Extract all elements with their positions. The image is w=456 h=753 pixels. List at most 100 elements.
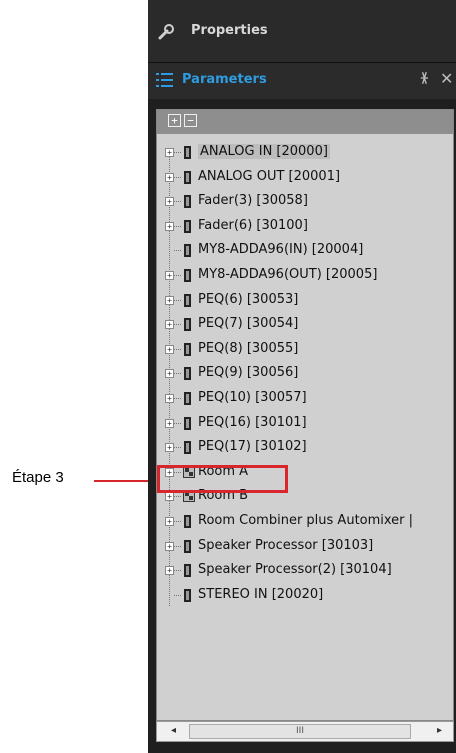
parameters-title: Parameters bbox=[182, 72, 267, 87]
tree-item[interactable]: + PEQ(7) [30054] bbox=[157, 314, 453, 338]
tree-connector bbox=[174, 447, 181, 449]
arrow-left-icon[interactable]: ◂ bbox=[171, 725, 176, 736]
component-icon bbox=[184, 342, 191, 356]
horizontal-scrollbar[interactable]: ◂ III ▸ bbox=[156, 721, 454, 742]
component-icon bbox=[184, 588, 191, 602]
tree-item[interactable]: + PEQ(8) [30055] bbox=[157, 339, 453, 363]
tree-item-label: PEQ(10) [30057] bbox=[198, 390, 307, 405]
component-icon bbox=[184, 293, 191, 307]
expand-all-button[interactable]: + bbox=[168, 114, 181, 127]
tree-item[interactable]: + ANALOG OUT [20001] bbox=[157, 167, 453, 191]
tree-connector bbox=[174, 152, 181, 153]
list-icon bbox=[156, 73, 173, 87]
tree-connector bbox=[174, 496, 181, 498]
tree-item[interactable]: + PEQ(17) [30102] bbox=[157, 437, 453, 461]
tree-item-label: Fader(3) [30058] bbox=[198, 193, 308, 209]
component-icon bbox=[184, 244, 191, 258]
expand-toggle-icon[interactable]: + bbox=[165, 492, 174, 502]
scrollbar-thumb[interactable]: III bbox=[189, 724, 411, 739]
pin-icon[interactable]: ᚕ bbox=[421, 70, 428, 86]
tree-item-label: Room Combiner plus Automixer | bbox=[198, 513, 414, 528]
component-icon bbox=[184, 416, 191, 430]
tree-connector bbox=[174, 324, 181, 326]
expand-toggle-icon[interactable]: + bbox=[165, 566, 174, 576]
expand-toggle-icon[interactable]: + bbox=[165, 221, 174, 231]
tree-item-label: Speaker Processor(2) [30104] bbox=[198, 562, 392, 578]
collapse-all-button[interactable]: − bbox=[184, 114, 197, 127]
properties-title: Properties bbox=[191, 23, 268, 38]
tree-item[interactable]: + MY8-ADDA96(OUT) [20005] bbox=[157, 265, 453, 289]
tree-item-label: PEQ(6) [30053] bbox=[198, 291, 299, 307]
expand-toggle-icon[interactable]: + bbox=[165, 148, 174, 157]
component-icon bbox=[184, 441, 191, 455]
tree-item[interactable]: + PEQ(10) [30057] bbox=[157, 388, 453, 412]
component-icon bbox=[184, 195, 191, 209]
tree-item[interactable]: + Speaker Processor [30103] bbox=[157, 536, 453, 560]
step-callout-label: Étape 3 bbox=[12, 469, 64, 486]
tree-item[interactable]: + PEQ(9) [30056] bbox=[157, 363, 453, 387]
tree-connector bbox=[174, 521, 181, 522]
component-icon bbox=[184, 367, 191, 381]
tree-connector bbox=[174, 373, 181, 375]
tree-item-label: Fader(6) [30100] bbox=[198, 217, 308, 233]
expand-toggle-icon[interactable]: + bbox=[165, 271, 174, 280]
expand-toggle-icon[interactable]: + bbox=[165, 541, 174, 551]
tree-connector bbox=[174, 570, 181, 572]
expand-toggle-icon[interactable]: + bbox=[165, 394, 174, 403]
component-icon bbox=[184, 219, 191, 233]
component-icon bbox=[184, 146, 191, 159]
tree-item[interactable]: + PEQ(16) [30101] bbox=[157, 413, 453, 437]
tree-connector bbox=[174, 594, 181, 596]
tree-connector bbox=[174, 225, 181, 227]
tree-item-label: STEREO IN [20020] bbox=[198, 586, 324, 602]
tree-item-label: PEQ(16) [30101] bbox=[198, 414, 307, 430]
expand-toggle-icon[interactable]: + bbox=[165, 197, 174, 207]
component-icon bbox=[184, 318, 191, 332]
tree-connector bbox=[174, 299, 181, 301]
tree-item-label: PEQ(7) [30054] bbox=[198, 316, 299, 332]
tree-item-label: ANALOG OUT [20001] bbox=[198, 168, 341, 184]
tree-item[interactable]: + Speaker Processor(2) [30104] bbox=[157, 560, 453, 584]
properties-header[interactable]: Properties bbox=[148, 0, 456, 63]
tree-connector bbox=[174, 545, 181, 547]
tree-connector bbox=[174, 275, 181, 276]
expand-toggle-icon[interactable]: + bbox=[165, 369, 174, 379]
tree-item[interactable]: + Fader(3) [30058] bbox=[157, 191, 453, 215]
tree-item[interactable]: + Fader(6) [30100] bbox=[157, 216, 453, 240]
component-icon bbox=[184, 170, 191, 184]
expand-toggle-icon[interactable]: + bbox=[165, 517, 174, 526]
arrow-right-icon[interactable]: ▸ bbox=[437, 725, 442, 736]
tree-item-label: PEQ(17) [30102] bbox=[198, 439, 307, 455]
step-highlight-box bbox=[157, 465, 288, 493]
tree-item[interactable]: + ANALOG IN [20000] bbox=[157, 142, 453, 166]
tree-item-label: ANALOG IN [20000] bbox=[198, 144, 330, 159]
tree-item[interactable]: MY8-ADDA96(IN) [20004] bbox=[157, 240, 453, 264]
component-icon bbox=[184, 539, 191, 553]
parameters-tree[interactable]: + − + ANALOG IN [20000] + ANALOG OUT [20001… bbox=[156, 109, 454, 721]
tree-connector bbox=[174, 422, 181, 424]
component-icon bbox=[184, 564, 191, 578]
tree-connector bbox=[174, 176, 181, 178]
expand-toggle-icon[interactable]: + bbox=[165, 320, 174, 330]
expand-toggle-icon[interactable]: + bbox=[165, 295, 174, 305]
wrench-icon bbox=[158, 24, 174, 40]
tree-connector bbox=[174, 398, 181, 399]
close-icon[interactable]: ✕ bbox=[440, 69, 453, 88]
tree-item[interactable]: STEREO IN [20020] bbox=[157, 585, 453, 609]
tree-item[interactable]: + PEQ(6) [30053] bbox=[157, 290, 453, 314]
component-icon bbox=[184, 392, 191, 405]
tree-item-label: PEQ(9) [30056] bbox=[198, 365, 299, 381]
expand-toggle-icon[interactable]: + bbox=[165, 443, 174, 453]
expand-toggle-icon[interactable]: + bbox=[165, 418, 174, 428]
parameters-header[interactable]: Parameters ᚕ ✕ bbox=[148, 63, 456, 99]
tree-item-label: PEQ(8) [30055] bbox=[198, 340, 299, 356]
tree-item-label: Speaker Processor [30103] bbox=[198, 537, 374, 553]
expand-toggle-icon[interactable]: + bbox=[165, 344, 174, 354]
expand-toggle-icon[interactable]: + bbox=[165, 172, 174, 182]
tree-item-label: MY8-ADDA96(OUT) [20005] bbox=[198, 267, 378, 282]
component-icon bbox=[184, 515, 191, 528]
tree-connector bbox=[174, 250, 181, 252]
tree-connector bbox=[174, 348, 181, 350]
tree-item[interactable]: + Room Combiner plus Automixer | bbox=[157, 511, 453, 535]
tree-item-label: MY8-ADDA96(IN) [20004] bbox=[198, 242, 364, 258]
